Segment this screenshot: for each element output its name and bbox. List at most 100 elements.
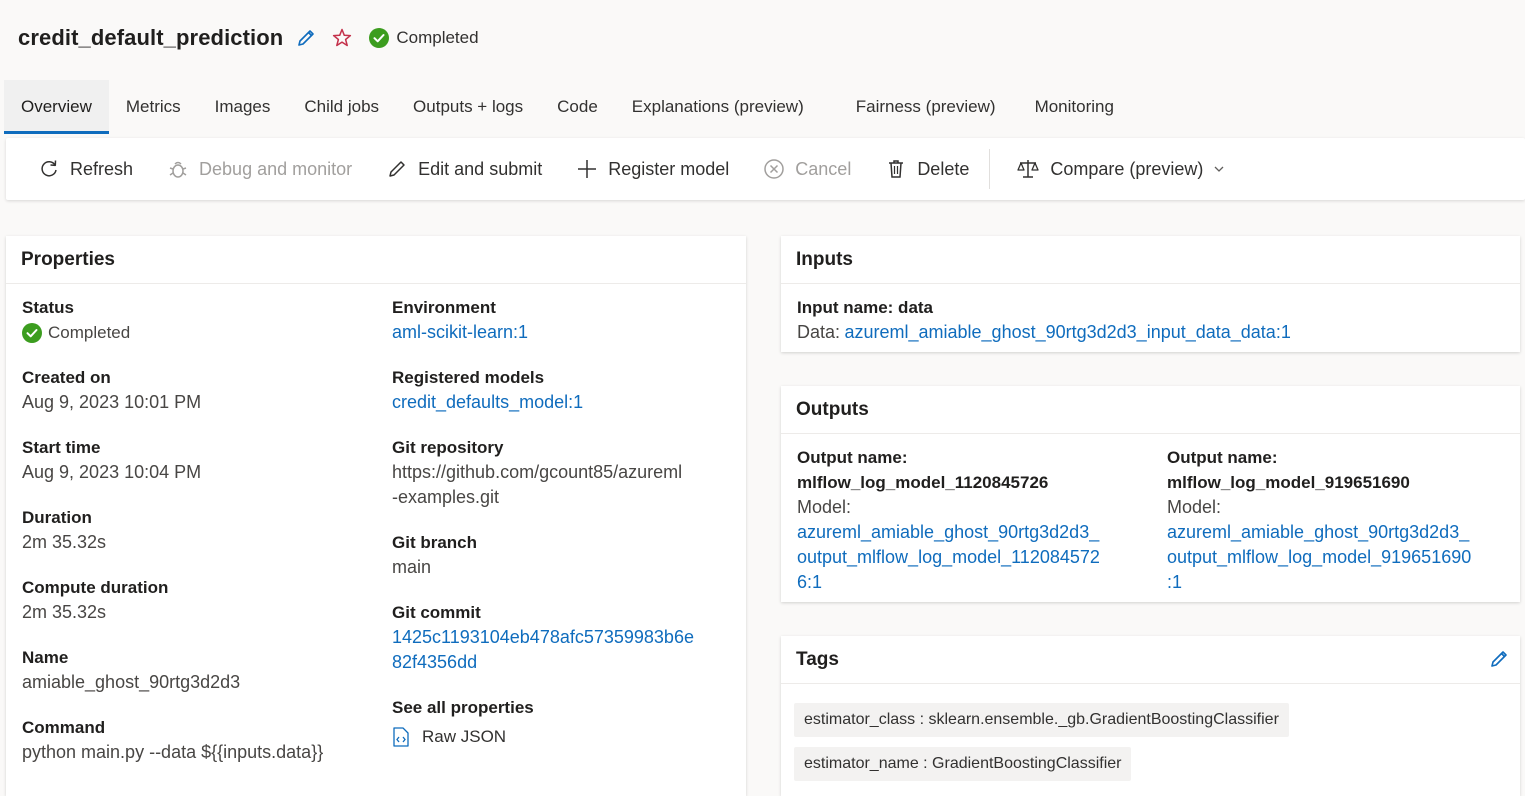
scale-icon xyxy=(1017,160,1039,178)
output-model-link-line2[interactable]: output_mlflow_log_model_112084572 xyxy=(797,545,1147,570)
edit-title-button[interactable] xyxy=(293,25,319,51)
register-model-label: Register model xyxy=(608,158,730,179)
status-text: Completed xyxy=(396,28,479,47)
output-model-link-line1[interactable]: azureml_amiable_ghost_90rtg3d2d3_ xyxy=(797,520,1147,545)
refresh-icon xyxy=(41,160,57,177)
output-model-link-line2[interactable]: output_mlflow_log_model_919651690 xyxy=(1167,545,1517,570)
output-model-link-line1[interactable]: azureml_amiable_ghost_90rtg3d2d3_ xyxy=(1167,520,1517,545)
chevron-down-icon xyxy=(1214,166,1224,172)
tab-child-jobs[interactable]: Child jobs xyxy=(287,80,396,134)
duration-value: 2m 35.32s xyxy=(22,532,107,552)
compare-label: Compare (preview) xyxy=(1050,158,1204,179)
cancel-circle-icon xyxy=(764,159,785,179)
tag-pill: estimator_class : sklearn.ensemble._gb.G… xyxy=(794,703,1289,737)
register-model-button[interactable]: Register model xyxy=(576,158,729,180)
created-field: Created on Aug 9, 2023 10:01 PM xyxy=(22,365,201,415)
outputs-card: Outputs Output name: mlflow_log_model_11… xyxy=(781,386,1520,602)
input-data-row: Data: azureml_amiable_ghost_90rtg3d2d3_i… xyxy=(797,320,1291,345)
compare-button[interactable]: Compare (preview) xyxy=(1016,158,1225,180)
tab-code[interactable]: Code xyxy=(540,80,615,134)
status-label: Status xyxy=(22,298,74,317)
duration-label: Duration xyxy=(22,508,92,527)
name-label: Name xyxy=(22,648,69,667)
created-label: Created on xyxy=(22,368,111,387)
page-title: credit_default_prediction xyxy=(18,25,284,50)
cancel-button[interactable]: Cancel xyxy=(763,158,851,180)
input-data-label: Data: xyxy=(797,322,841,342)
tab-monitoring[interactable]: Monitoring xyxy=(1018,80,1131,134)
tab-bar: Overview Metrics Images Child jobs Outpu… xyxy=(4,80,1131,134)
name-field: Name amiable_ghost_90rtg3d2d3 xyxy=(22,645,240,695)
tab-outputs-logs[interactable]: Outputs + logs xyxy=(396,80,540,134)
delete-label: Delete xyxy=(917,158,970,179)
registered-model-link[interactable]: credit_defaults_model:1 xyxy=(392,390,583,415)
outputs-header: Outputs xyxy=(781,386,1520,434)
compute-duration-field: Compute duration 2m 35.32s xyxy=(22,575,168,625)
debug-monitor-button[interactable]: Debug and monitor xyxy=(167,158,352,180)
output-name-value: mlflow_log_model_1120845726 xyxy=(797,473,1049,492)
cancel-label: Cancel xyxy=(795,158,852,179)
git-branch-field: Git branch main xyxy=(392,530,477,580)
job-status-badge: Completed xyxy=(369,28,479,48)
pencil-icon xyxy=(389,161,405,177)
raw-json-label: Raw JSON xyxy=(422,727,507,746)
tab-images[interactable]: Images xyxy=(198,80,288,134)
duration-field: Duration 2m 35.32s xyxy=(22,505,106,555)
output-model-link-line3[interactable]: :1 xyxy=(1167,570,1517,595)
output-item: Output name: mlflow_log_model_919651690 … xyxy=(1167,445,1517,595)
raw-json-link[interactable]: Raw JSON xyxy=(392,724,534,749)
tag-pill: estimator_name : GradientBoostingClassif… xyxy=(794,747,1132,781)
properties-header: Properties xyxy=(6,236,746,284)
delete-button[interactable]: Delete xyxy=(885,158,969,180)
edit-submit-label: Edit and submit xyxy=(418,158,543,179)
output-name-label: Output name: xyxy=(797,448,908,467)
status-value-text: Completed xyxy=(48,323,131,342)
tab-explanations[interactable]: Explanations (preview) xyxy=(615,80,830,134)
refresh-button[interactable]: Refresh xyxy=(38,158,133,180)
see-all-properties-label: See all properties xyxy=(392,698,534,717)
debug-monitor-label: Debug and monitor xyxy=(199,158,353,179)
output-name-label: Output name: xyxy=(1167,448,1278,467)
plus-icon xyxy=(578,160,597,178)
edit-submit-button[interactable]: Edit and submit xyxy=(386,158,542,180)
edit-tags-button[interactable] xyxy=(1488,648,1510,676)
code-file-icon xyxy=(393,726,409,747)
git-repository-label: Git repository xyxy=(392,438,504,457)
see-all-properties-field: See all properties Raw JSON xyxy=(392,695,534,749)
start-time-value: Aug 9, 2023 10:04 PM xyxy=(22,462,202,482)
input-name: Input name: data xyxy=(797,298,934,317)
git-branch-label: Git branch xyxy=(392,533,478,552)
tab-metrics[interactable]: Metrics xyxy=(109,80,198,134)
pencil-icon xyxy=(298,30,315,46)
output-name-value: mlflow_log_model_919651690 xyxy=(1167,473,1410,492)
star-icon xyxy=(333,28,352,47)
input-data-link[interactable]: azureml_amiable_ghost_90rtg3d2d3_input_d… xyxy=(844,322,1290,342)
registered-models-field: Registered models credit_defaults_model:… xyxy=(392,365,583,415)
tab-overview[interactable]: Overview xyxy=(4,80,109,134)
favorite-button[interactable] xyxy=(329,25,355,51)
git-commit-label: Git commit xyxy=(392,603,481,622)
output-model-link-line3[interactable]: 6:1 xyxy=(797,570,1147,595)
toolbar-divider xyxy=(989,149,991,189)
check-circle-icon xyxy=(22,322,42,343)
git-branch-value: main xyxy=(392,557,432,577)
tags-card: Tags estimator_class : sklearn.ensemble.… xyxy=(781,636,1520,796)
created-value: Aug 9, 2023 10:01 PM xyxy=(22,392,202,412)
tags-header: Tags xyxy=(781,636,1520,684)
name-value: amiable_ghost_90rtg3d2d3 xyxy=(22,672,241,692)
output-model-label: Model: xyxy=(797,497,852,517)
command-field: Command python main.py --data ${{inputs.… xyxy=(22,715,372,765)
command-value: python main.py --data ${{inputs.data}} xyxy=(22,742,324,762)
compute-duration-value: 2m 35.32s xyxy=(22,602,107,622)
start-time-label: Start time xyxy=(22,438,101,457)
git-commit-field: Git commit 1425c1193104eb478afc57359983b… xyxy=(392,600,694,675)
git-commit-link-line2[interactable]: 82f4356dd xyxy=(392,650,694,675)
git-commit-link-line1[interactable]: 1425c1193104eb478afc57359983b6e xyxy=(392,625,694,650)
tags-title: Tags xyxy=(796,648,839,670)
start-time-field: Start time Aug 9, 2023 10:04 PM xyxy=(22,435,201,485)
environment-link[interactable]: aml-scikit-learn:1 xyxy=(392,320,528,345)
environment-field: Environment aml-scikit-learn:1 xyxy=(392,295,528,345)
status-field: Status Completed xyxy=(22,295,130,345)
status-value: Completed xyxy=(22,320,130,345)
tab-fairness[interactable]: Fairness (preview) xyxy=(830,80,1018,134)
